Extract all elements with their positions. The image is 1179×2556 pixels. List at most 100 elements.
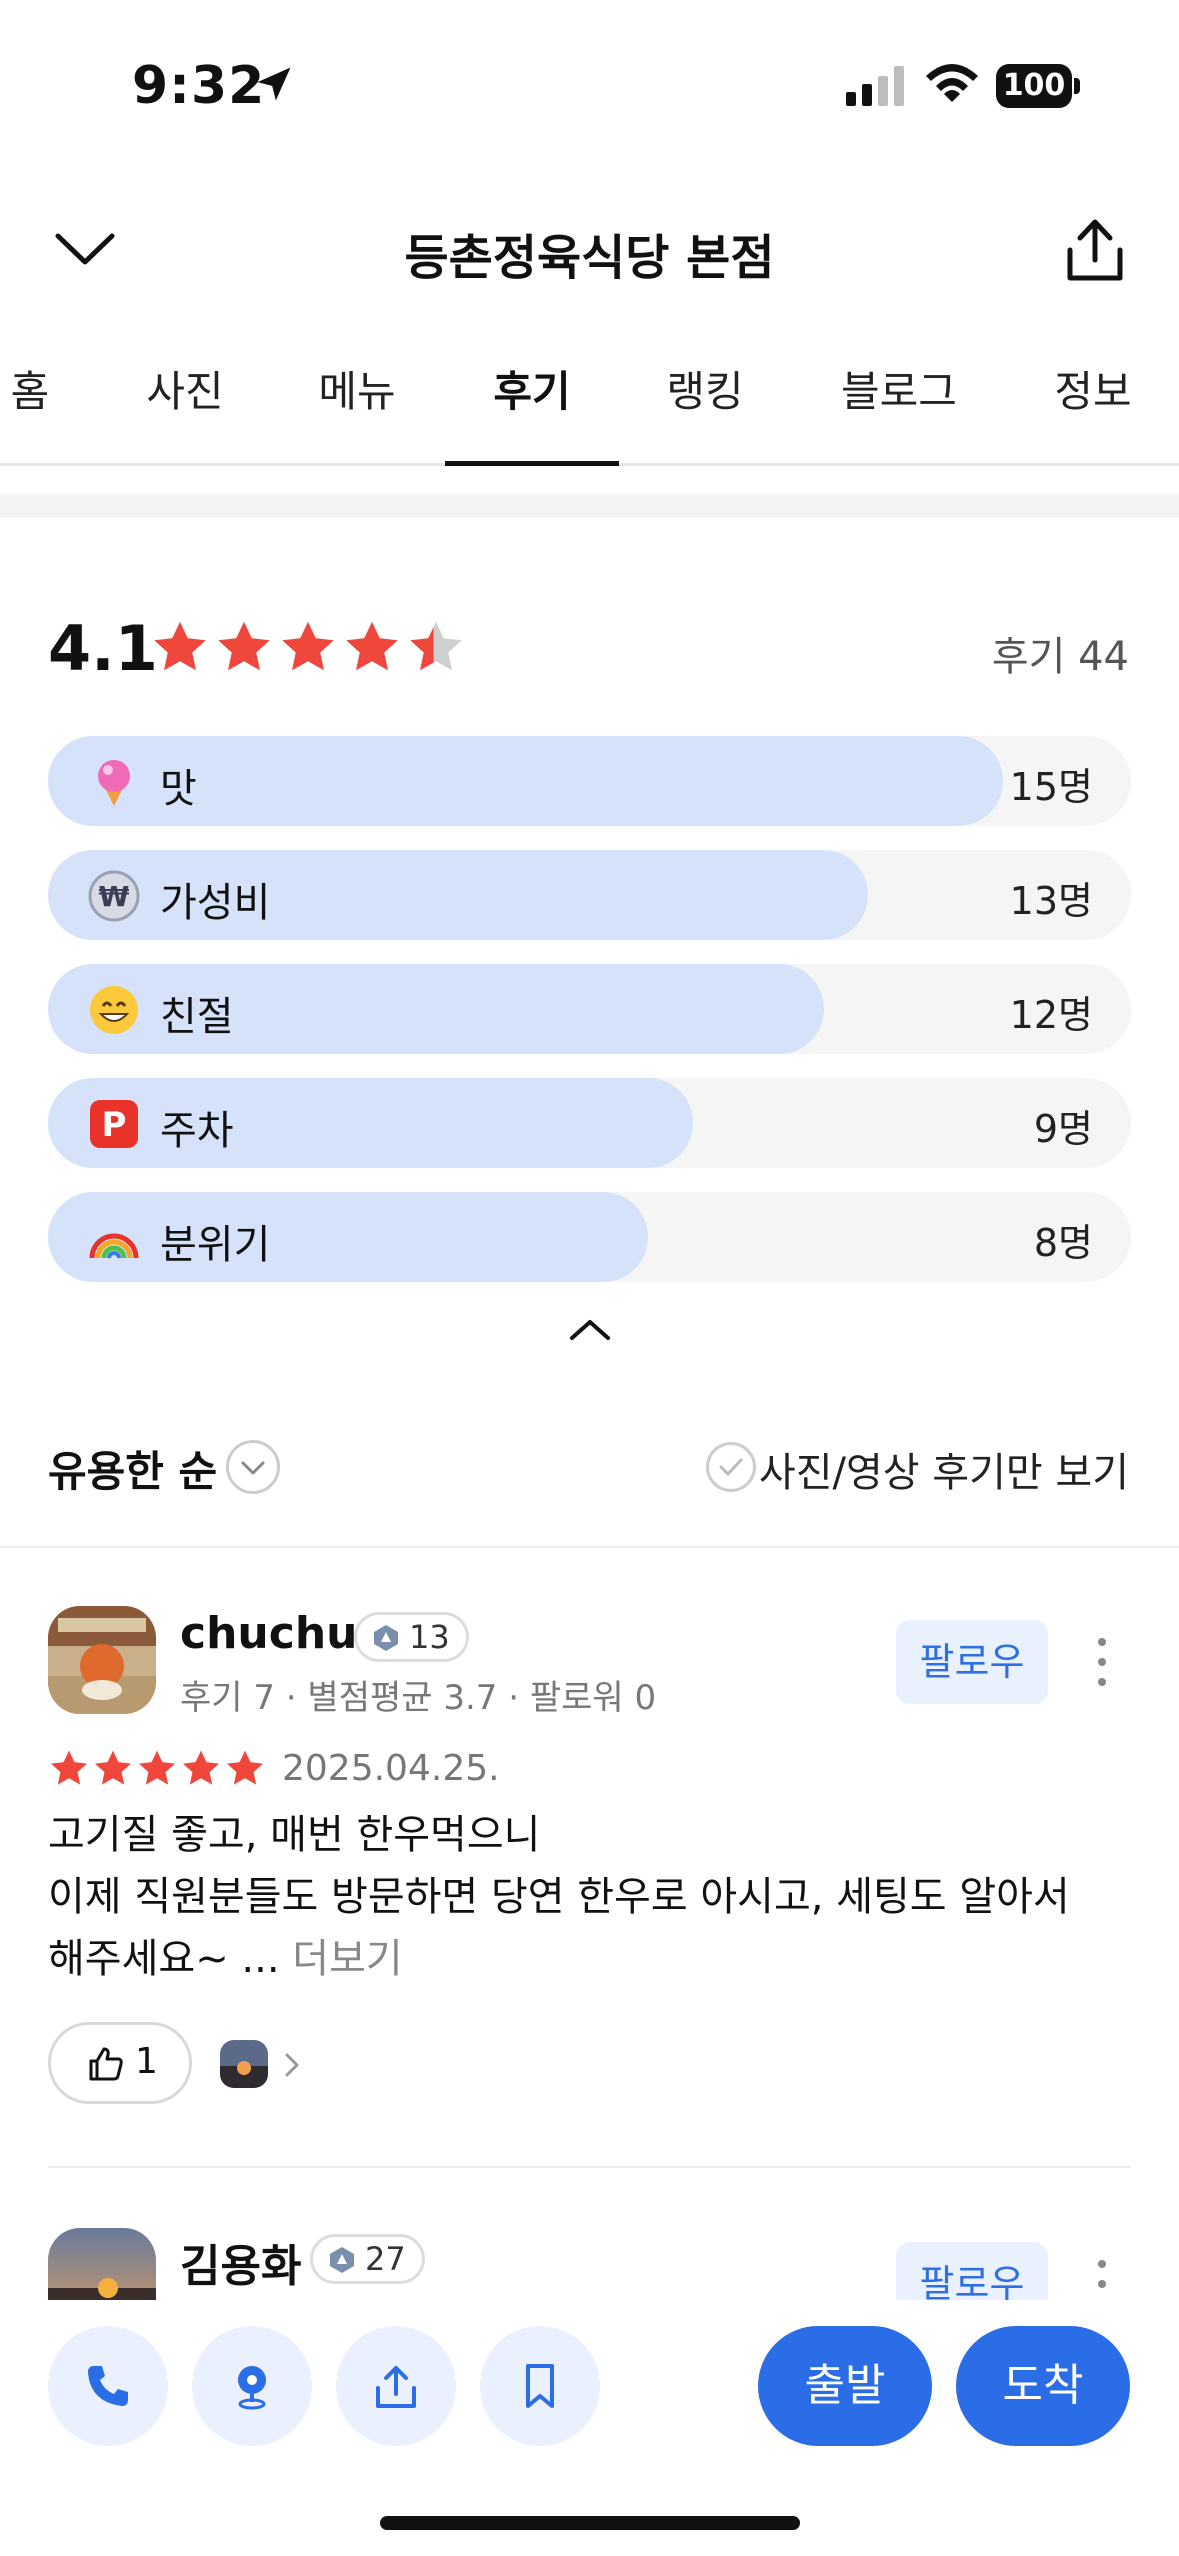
like-count: 1: [135, 2041, 158, 2082]
depart-button[interactable]: 출발: [758, 2326, 932, 2446]
bar-fill: [48, 1078, 693, 1168]
tab-info[interactable]: 정보: [1048, 358, 1138, 466]
like-button[interactable]: 1: [48, 2022, 192, 2104]
phone-icon: [88, 2366, 128, 2406]
star-icon: [94, 1750, 132, 1785]
tab-photos[interactable]: 사진: [140, 358, 230, 466]
share-icon: [376, 2366, 416, 2408]
call-button[interactable]: [48, 2326, 168, 2446]
star-icon: [182, 1750, 220, 1785]
avatar[interactable]: [48, 1606, 156, 1714]
map-pin-button[interactable]: [192, 2326, 312, 2446]
tab-home[interactable]: 홈: [10, 358, 50, 466]
tab-reviews[interactable]: 후기: [470, 358, 594, 466]
photo-filter-checkbox[interactable]: [706, 1442, 756, 1492]
star-icon: [50, 1750, 88, 1785]
share-button[interactable]: [336, 2326, 456, 2446]
chevron-up-icon[interactable]: [566, 1312, 614, 1346]
check-icon: [719, 1458, 743, 1476]
battery-level: 100: [996, 64, 1072, 108]
keyword-label: 맛: [160, 766, 197, 812]
page-title: 등촌정육식당 본점: [404, 230, 775, 286]
tab-menu[interactable]: 메뉴: [312, 358, 402, 466]
read-more-link[interactable]: 더보기: [292, 1936, 402, 1982]
bookmark-button[interactable]: [480, 2326, 600, 2446]
rating-score: 4.1: [48, 612, 158, 685]
share-icon[interactable]: [1060, 212, 1130, 286]
star-icon: [226, 1750, 264, 1785]
chevron-right-icon[interactable]: [282, 2050, 302, 2080]
reviewer-name[interactable]: chuchu: [180, 1608, 357, 1659]
rainbow-icon: [89, 1233, 139, 1259]
reviewer-meta: 후기 7 · 별점평균 3.7 · 팔로워 0: [180, 1678, 657, 1718]
cellular-signal-icon: [846, 66, 904, 106]
half-star-icon: [410, 621, 462, 671]
arrive-button[interactable]: 도착: [956, 2326, 1130, 2446]
keyword-label: 친절: [160, 994, 234, 1040]
keyword-label: 주차: [160, 1108, 234, 1154]
bookmark-icon: [526, 2364, 554, 2408]
avatar[interactable]: [48, 2228, 156, 2300]
header: 등촌정육식당 본점: [0, 200, 1179, 300]
level-badge: 27: [310, 2234, 425, 2284]
keyword-count: 9명: [1033, 1107, 1093, 1151]
follow-button[interactable]: 팔로우: [896, 2242, 1048, 2300]
map-pin-icon: [238, 2366, 266, 2410]
photo-filter-label[interactable]: 사진/영상 후기만 보기: [759, 1440, 1129, 1498]
thumbs-up-icon: [89, 2047, 123, 2081]
review-item: 김용화 27 팔로우: [0, 2170, 1179, 2300]
review-photo-thumbnail[interactable]: [220, 2040, 268, 2088]
follow-button[interactable]: 팔로우: [896, 1620, 1048, 1704]
tab-ranking[interactable]: 랭킹: [660, 358, 750, 466]
keyword-count: 8명: [1033, 1221, 1093, 1265]
home-indicator: [380, 2516, 800, 2530]
keyword-count: 12명: [1009, 993, 1093, 1037]
location-arrow-icon: [257, 67, 291, 101]
sort-dropdown-label[interactable]: 유용한 순: [48, 1438, 217, 1499]
keyword-count: 15명: [1009, 765, 1093, 809]
tab-bar: 홈 사진 메뉴 후기 랭킹 블로그 정보: [0, 340, 1179, 466]
rating-stars: [150, 618, 466, 678]
status-bar: 9:32 100: [0, 0, 1179, 170]
ice-cream-icon: [98, 760, 130, 806]
divider: [48, 2166, 1131, 2168]
more-options-icon[interactable]: [1090, 1632, 1114, 1692]
reviewer-name[interactable]: 김용화: [180, 2230, 301, 2294]
review-text[interactable]: 고기질 좋고, 매번 한우먹으니 이제 직원분들도 방문하면 당연 한우로 아시…: [48, 1804, 1138, 1990]
star-icon: [346, 621, 398, 671]
keyword-bar-kindness[interactable]: 친절 12명: [48, 964, 1131, 1054]
star-icon: [218, 621, 270, 671]
section-divider: [0, 494, 1179, 518]
level-badge: 13: [354, 1612, 469, 1662]
wifi-icon: [926, 64, 978, 102]
more-options-icon[interactable]: [1090, 2254, 1114, 2300]
keyword-bar-taste[interactable]: 맛 15명: [48, 736, 1131, 826]
review-date: 2025.04.25.: [282, 1748, 500, 1789]
won-coin-icon: ₩: [88, 870, 140, 922]
review-count: 후기 44: [991, 634, 1129, 680]
svg-text:₩: ₩: [99, 880, 130, 913]
star-icon: [154, 621, 206, 671]
chevron-down-icon: [241, 1461, 265, 1475]
active-tab-underline: [445, 461, 619, 466]
keyword-label: 가성비: [160, 880, 271, 926]
keyword-bar-value[interactable]: ₩ 가성비 13명: [48, 850, 1131, 940]
keyword-bar-parking[interactable]: P 주차 9명: [48, 1078, 1131, 1168]
review-text-line: 고기질 좋고, 매번 한우먹으니: [48, 1812, 541, 1858]
keyword-count: 13명: [1009, 879, 1093, 923]
review-text-line: 해주세요~ ...: [48, 1936, 280, 1982]
status-time: 9:32: [132, 56, 266, 116]
parking-icon: P: [90, 1100, 138, 1148]
review-text-line: 이제 직원분들도 방문하면 당연 한우로 아시고, 세팅도 알아서: [48, 1874, 1070, 1920]
keyword-bar-atmosphere[interactable]: 분위기 8명: [48, 1192, 1131, 1282]
sort-dropdown-button[interactable]: [226, 1440, 280, 1494]
star-icon: [282, 621, 334, 671]
level-icon: [374, 1625, 398, 1651]
level-icon: [330, 2247, 354, 2273]
smile-icon: [90, 986, 138, 1034]
tab-blog[interactable]: 블로그: [836, 358, 962, 466]
level-value: 27: [365, 2240, 406, 2278]
svg-text:P: P: [102, 1105, 127, 1145]
level-value: 13: [409, 1618, 450, 1656]
divider: [0, 1546, 1179, 1548]
